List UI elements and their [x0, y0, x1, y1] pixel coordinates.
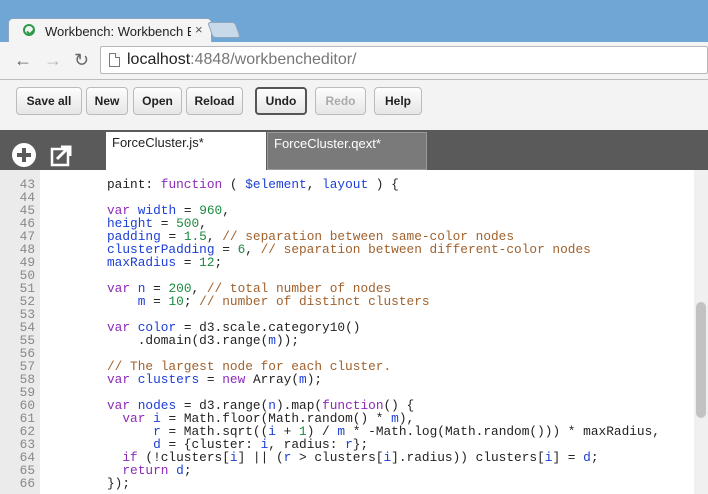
- code-line[interactable]: 54 var color = d3.scale.category10(): [0, 321, 694, 334]
- url-host: localhost: [127, 51, 191, 68]
- code-text[interactable]: .domain(d3.range(m));: [107, 334, 299, 347]
- code-line[interactable]: 55 .domain(d3.range(m));: [0, 334, 694, 347]
- back-arrow-icon[interactable]: ←: [14, 50, 32, 70]
- line-number: 66: [19, 476, 35, 491]
- navigation-bar: ← → ↻ localhost:4848/workbencheditor/: [0, 42, 708, 80]
- tab-forcecluster-qext[interactable]: ForceCluster.qext*: [267, 132, 427, 170]
- undo-button[interactable]: Undo: [255, 87, 307, 115]
- code-text[interactable]: maxRadius = 12;: [107, 256, 222, 269]
- page-icon: [109, 53, 120, 67]
- editor-header: ForceCluster.js* ForceCluster.qext*: [0, 130, 708, 170]
- code-line[interactable]: 52 m = 10; // number of distinct cluster…: [0, 295, 694, 308]
- code-line[interactable]: 65 return d;: [0, 464, 694, 477]
- code-line[interactable]: 43 paint: function ( $element, layout ) {: [0, 178, 694, 191]
- export-icon[interactable]: [50, 143, 74, 167]
- browser-tab[interactable]: Workbench: Workbench E ×: [8, 18, 212, 44]
- forward-arrow-icon[interactable]: →: [44, 50, 62, 70]
- open-button[interactable]: Open: [133, 87, 182, 115]
- reload-button[interactable]: Reload: [186, 87, 243, 115]
- save-all-button[interactable]: Save all: [16, 87, 82, 115]
- redo-button[interactable]: Redo: [315, 87, 366, 115]
- new-button[interactable]: New: [86, 87, 128, 115]
- code-line[interactable]: 48 clusterPadding = 6, // separation betw…: [0, 243, 694, 256]
- tab-title: Workbench: Workbench E: [45, 24, 191, 39]
- add-file-icon[interactable]: [12, 143, 36, 167]
- close-tab-icon[interactable]: ×: [195, 22, 203, 37]
- scrollbar-thumb[interactable]: [696, 302, 706, 418]
- code-text[interactable]: });: [107, 477, 130, 490]
- code-line[interactable]: 44: [0, 191, 694, 204]
- browser-tab-strip: Workbench: Workbench E ×: [0, 0, 708, 44]
- url-text[interactable]: localhost:4848/workbencheditor/: [127, 51, 356, 69]
- code-text[interactable]: paint: function ( $element, layout ) {: [107, 178, 399, 191]
- code-line[interactable]: 66});: [0, 477, 694, 490]
- new-tab-button[interactable]: [207, 22, 241, 38]
- code-editor[interactable]: 43 paint: function ( $element, layout ) {…: [0, 170, 708, 494]
- url-path: :4848/workbencheditor/: [190, 51, 357, 68]
- code-line[interactable]: 45 var width = 960,: [0, 204, 694, 217]
- code-line[interactable]: 57// The largest node for each cluster.: [0, 360, 694, 373]
- vertical-scrollbar[interactable]: [694, 170, 708, 494]
- code-text[interactable]: m = 10; // number of distinct clusters: [107, 295, 430, 308]
- reload-icon[interactable]: ↻: [74, 50, 89, 70]
- address-bar[interactable]: localhost:4848/workbencheditor/: [100, 46, 708, 74]
- code-line[interactable]: 64 if (!clusters[i] || (r > clusters[i].…: [0, 451, 694, 464]
- code-line[interactable]: 49 maxRadius = 12;: [0, 256, 694, 269]
- code-text[interactable]: var clusters = new Array(m);: [107, 373, 322, 386]
- help-button[interactable]: Help: [374, 87, 422, 115]
- code-area[interactable]: 43 paint: function ( $element, layout ) {…: [0, 178, 694, 490]
- code-line[interactable]: 58 var clusters = new Array(m);: [0, 373, 694, 386]
- editor-toolbar: Save all New Open Reload Undo Redo Help: [0, 80, 708, 130]
- tab-forcecluster-js[interactable]: ForceCluster.js*: [106, 132, 266, 170]
- favicon-icon: [23, 24, 35, 36]
